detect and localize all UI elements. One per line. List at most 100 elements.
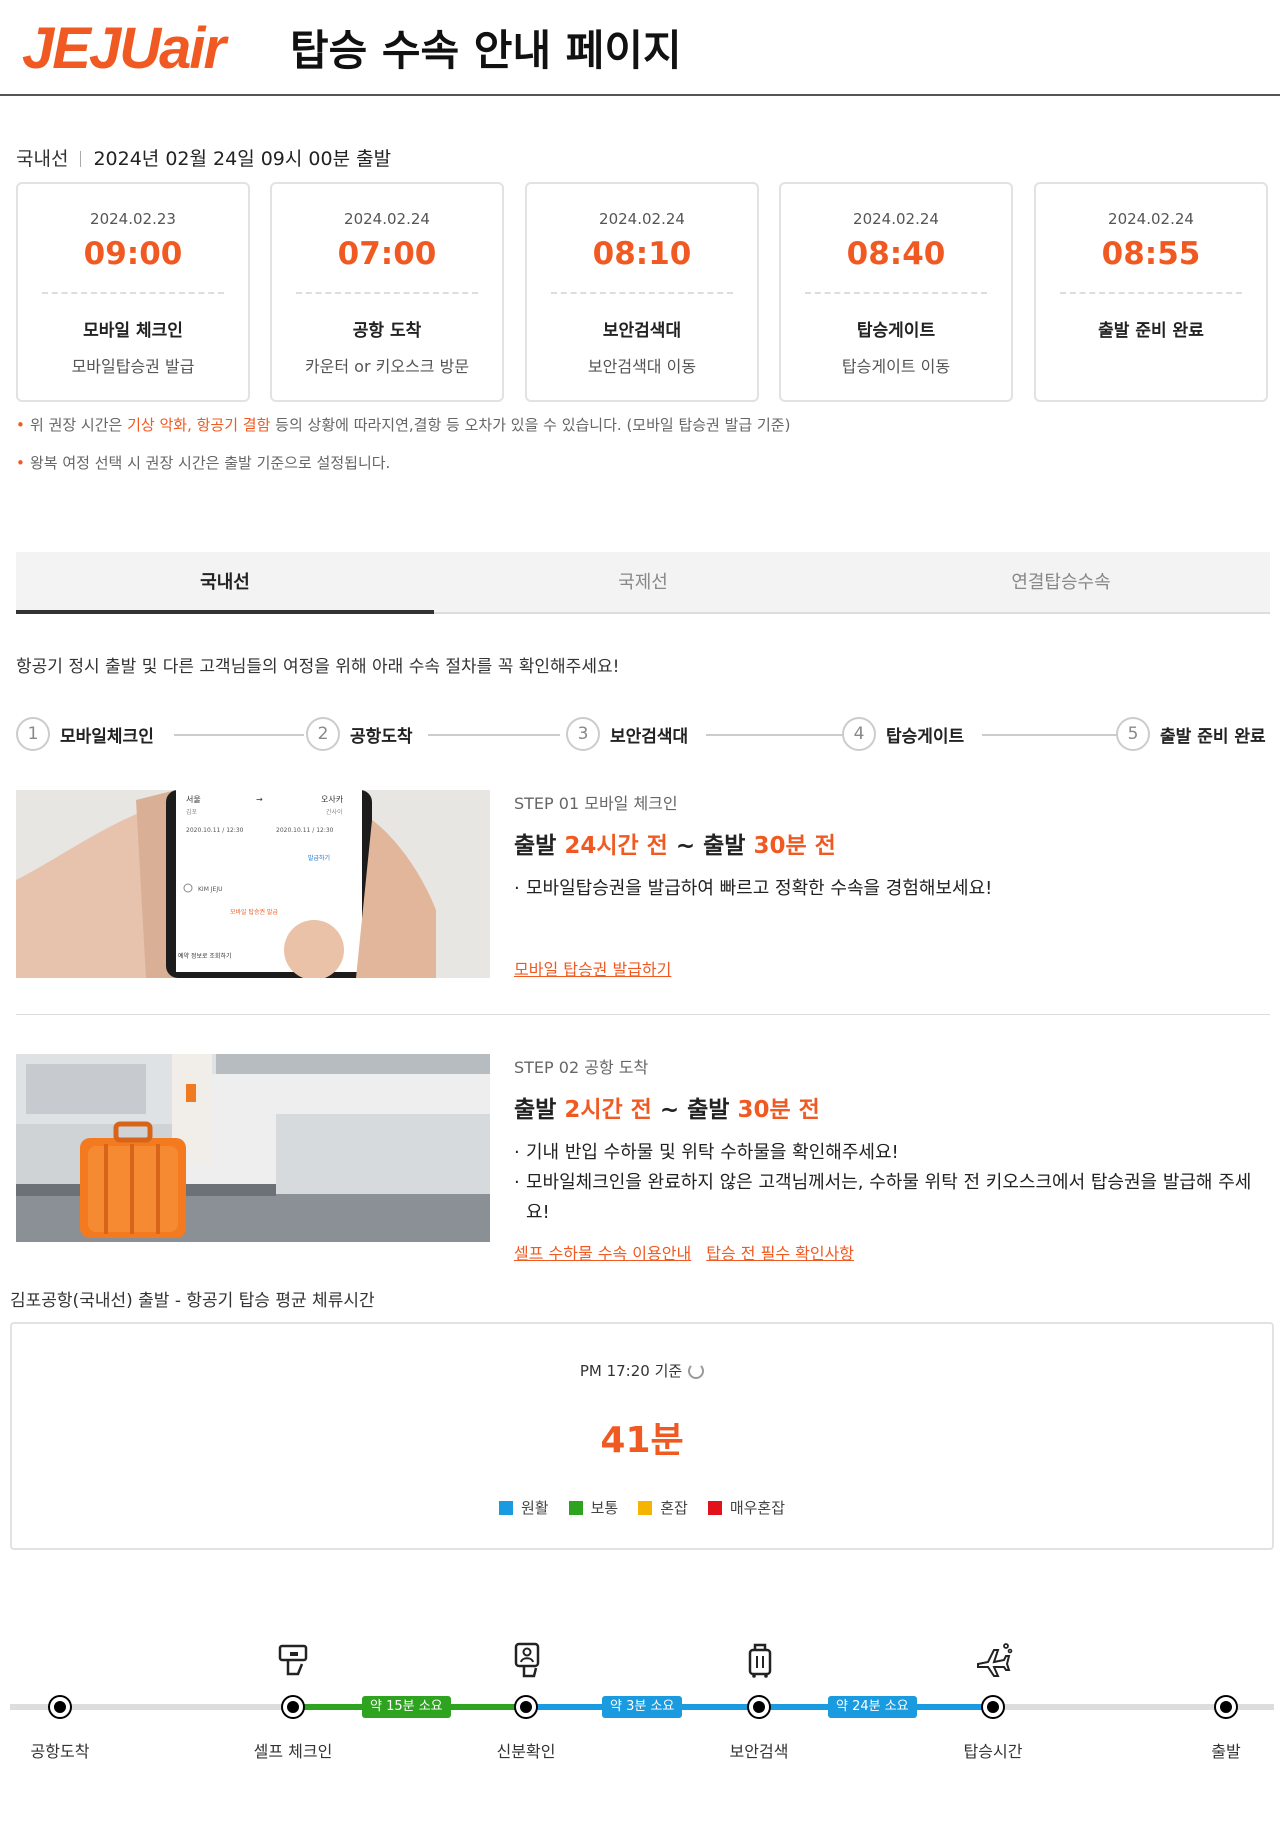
step2-detail: STEP 02 공항 도착 출발 2시간 전 ~ 출발 30분 전 기내 반입 …	[16, 1054, 1270, 1263]
step-connector	[706, 734, 844, 736]
card-divider	[296, 292, 478, 294]
departure-datetime: 2024년 02월 24일 09시 00분 출발	[93, 148, 392, 170]
card-time: 09:00	[83, 236, 183, 272]
svg-text:→: →	[256, 795, 263, 804]
wait-time-title: 김포공항(국내선) 출발 - 항공기 탑승 평균 체류시간	[10, 1291, 375, 1311]
card-time: 08:10	[592, 236, 692, 272]
legend-swatch	[707, 1500, 722, 1515]
schedule-card-boarding-gate: 2024.02.24 08:40 탑승게이트 탑승게이트 이동	[779, 182, 1013, 402]
wait-time-standard: PM 17:20 기준	[12, 1360, 1272, 1381]
timeline-label: 신분확인	[496, 1742, 556, 1761]
card-date: 2024.02.24	[853, 210, 939, 228]
timeline-label: 출발	[1211, 1742, 1241, 1761]
kiosk-icon	[274, 1640, 314, 1680]
legend-label: 매우혼잡	[729, 1499, 786, 1517]
step-number: 4	[842, 717, 876, 751]
page-header: JEJUair 탑승 수속 안내 페이지	[0, 0, 1280, 96]
step-mobile-checkin[interactable]: 1 모바일체크인	[16, 714, 154, 754]
self-baggage-guide-link[interactable]: 셀프 수하물 수속 이용안내	[514, 1244, 691, 1263]
boarding-timeline: 약 15분 소요 약 3분 소요 약 24분 소요 공항도착 셀프 체크인 신분…	[10, 1630, 1274, 1780]
divider	[80, 151, 82, 167]
schedule-card-ready: 2024.02.24 08:55 출발 준비 완료	[1034, 182, 1268, 402]
step-bullet: 기내 반입 수하물 및 위탁 수하물을 확인해주세요!	[514, 1138, 1270, 1168]
card-subtitle: 모바일탑승권 발급	[71, 357, 195, 376]
timeline-node-security	[749, 1697, 769, 1717]
card-divider	[551, 292, 733, 294]
legend-item-busy: 혼잡	[638, 1497, 688, 1518]
svg-text:서울: 서울	[186, 795, 201, 804]
timeline-node-self-checkin	[283, 1697, 303, 1717]
card-title: 공항 도착	[352, 321, 422, 341]
refresh-icon[interactable]	[688, 1363, 705, 1379]
jejuair-logo[interactable]: JEJUair	[22, 18, 226, 80]
timeline-node-departure	[1216, 1697, 1236, 1717]
legend-label: 원활	[520, 1499, 549, 1517]
congestion-legend: 원활 보통 혼잡 매우혼잡	[12, 1497, 1272, 1518]
notice-item: • 위 권장 시간은 기상 악화, 항공기 결함 등의 상황에 따라지연,결항 등…	[16, 414, 790, 452]
heading-highlight: 24시간 전	[564, 833, 668, 859]
svg-text:간사이: 간사이	[326, 808, 343, 816]
mobile-boarding-pass-link[interactable]: 모바일 탑승권 발급하기	[514, 960, 671, 979]
heading-text: ~ 출발	[651, 1097, 738, 1123]
step-connector	[174, 734, 304, 736]
heading-text: ~ 출발	[667, 833, 754, 859]
legend-item-very-busy: 매우혼잡	[707, 1497, 786, 1518]
step-security[interactable]: 3 보안검색대	[566, 714, 688, 754]
schedule-card-airport-arrival: 2024.02.24 07:00 공항 도착 카운터 or 키오스크 방문	[270, 182, 504, 402]
schedule-card-mobile-checkin: 2024.02.23 09:00 모바일 체크인 모바일탑승권 발급	[16, 182, 250, 402]
id-card-icon	[508, 1640, 548, 1680]
check-in-counter-illustration	[16, 1054, 490, 1242]
legend-swatch	[638, 1500, 653, 1515]
timeline-node-arrival	[50, 1697, 70, 1717]
luggage-icon	[740, 1640, 780, 1680]
card-subtitle: 탑승게이트 이동	[841, 357, 951, 376]
step-label: 공항도착	[350, 726, 413, 747]
timeline-label: 보안검색	[729, 1742, 789, 1761]
schedule-cards: 2024.02.23 09:00 모바일 체크인 모바일탑승권 발급 2024.…	[16, 182, 1268, 402]
step-connector	[428, 734, 560, 736]
average-wait-value: 41분	[600, 1420, 684, 1461]
step-label: 보안검색대	[610, 726, 689, 747]
step-airport-arrival[interactable]: 2 공항도착	[306, 714, 413, 754]
segment-duration-badge: 약 15분 소요	[362, 1696, 451, 1718]
step-heading: 출발 24시간 전 ~ 출발 30분 전	[514, 826, 1270, 860]
step-boarding-gate[interactable]: 4 탑승게이트	[842, 714, 964, 754]
card-divider	[42, 292, 224, 294]
card-date: 2024.02.24	[599, 210, 685, 228]
svg-text:모바일 탑승권 발급: 모바일 탑승권 발급	[230, 908, 278, 916]
mobile-checkin-image: 서울 → 오사카 김포 간사이 2020.10.11 / 12:30 2020.…	[16, 790, 490, 978]
notice-text: 등의 상황에 따라지연,결항 등 오차가 있을 수 있습니다. (모바일 탑승권…	[270, 416, 791, 434]
tab-international[interactable]: 국제선	[434, 552, 852, 614]
section-divider	[16, 1014, 1270, 1015]
pre-boarding-checklist-link[interactable]: 탑승 전 필수 확인사항	[706, 1244, 854, 1263]
step-label: 모바일체크인	[60, 726, 154, 747]
heading-highlight: 30분 전	[753, 833, 836, 859]
tab-connecting[interactable]: 연결탑승수속	[852, 552, 1270, 614]
legend-label: 보통	[590, 1499, 619, 1517]
bullet-dot: •	[16, 454, 25, 472]
svg-text:2020.10.11 / 12:30: 2020.10.11 / 12:30	[276, 827, 334, 834]
step-number: 5	[1116, 717, 1150, 751]
step-connector	[982, 734, 1118, 736]
legend-item-smooth: 원활	[498, 1497, 549, 1518]
step-heading: 출발 2시간 전 ~ 출발 30분 전	[514, 1090, 1270, 1124]
step2-content: STEP 02 공항 도착 출발 2시간 전 ~ 출발 30분 전 기내 반입 …	[514, 1054, 1270, 1263]
step-label: 출발 준비 완료	[1160, 726, 1266, 747]
segment-duration-badge: 약 24분 소요	[828, 1696, 917, 1718]
svg-text:예약 정보로 조회하기: 예약 정보로 조회하기	[178, 952, 232, 960]
card-time: 07:00	[337, 236, 437, 272]
step-bullet: 모바일탑승권을 발급하여 빠르고 정확한 수속을 경험해보세요!	[514, 874, 1270, 904]
schedule-card-security: 2024.02.24 08:10 보안검색대 보안검색대 이동	[525, 182, 759, 402]
segment-duration-badge: 약 3분 소요	[602, 1696, 683, 1718]
step-ready[interactable]: 5 출발 준비 완료	[1116, 714, 1266, 754]
svg-text:발급하기: 발급하기	[308, 854, 330, 862]
card-time: 08:55	[1101, 236, 1201, 272]
page-title: 탑승 수속 안내 페이지	[290, 26, 682, 75]
step-number: 1	[16, 717, 50, 751]
tab-domestic[interactable]: 국내선	[16, 552, 434, 614]
step-bullet: 모바일체크인을 완료하지 않은 고객님께서는, 수하물 위탁 전 키오스크에서 …	[514, 1168, 1270, 1228]
card-subtitle: 보안검색대 이동	[587, 357, 697, 376]
card-time: 08:40	[846, 236, 946, 272]
wait-time-panel: PM 17:20 기준 41분 원활 보통 혼잡 매우혼잡	[10, 1322, 1274, 1550]
timeline-label: 셀프 체크인	[253, 1742, 333, 1761]
